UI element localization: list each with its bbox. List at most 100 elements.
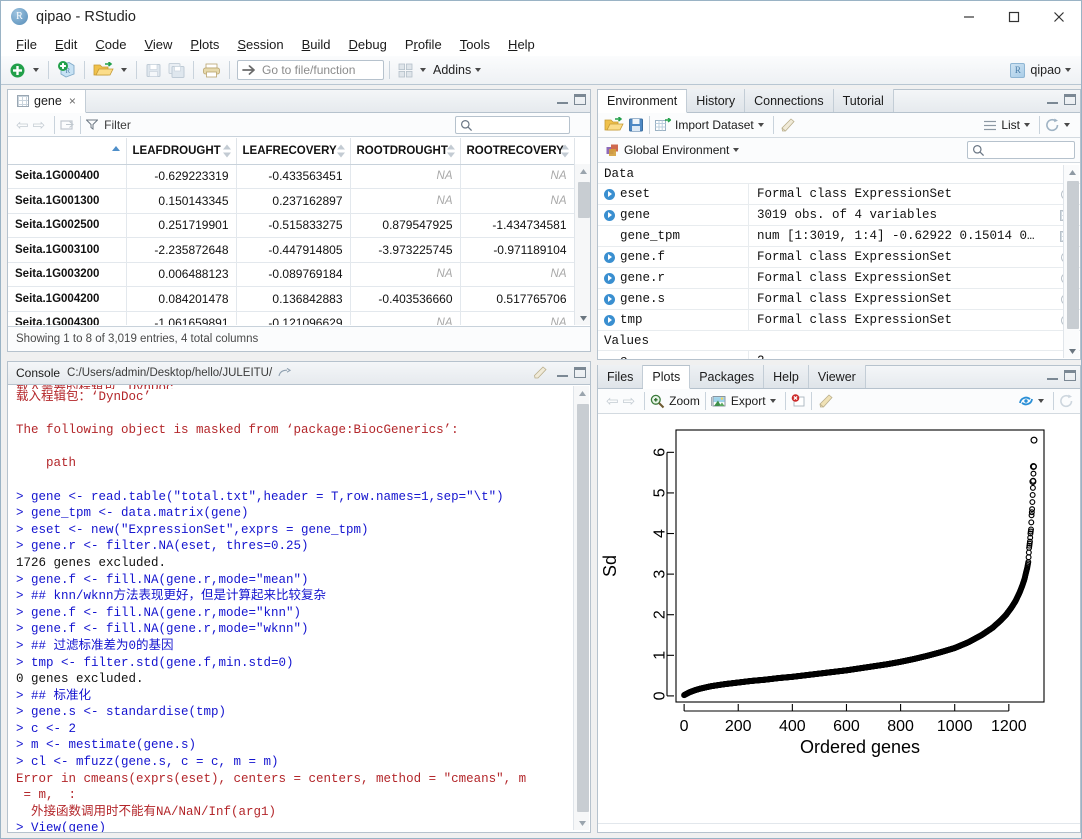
close-icon[interactable]: × <box>69 94 76 108</box>
menu-tools[interactable]: Tools <box>451 35 499 54</box>
open-in-explorer-icon[interactable] <box>278 367 292 379</box>
open-file-button[interactable] <box>90 59 117 81</box>
menu-plots[interactable]: Plots <box>181 35 228 54</box>
expand-icon[interactable] <box>604 272 615 284</box>
refresh-caret-icon[interactable] <box>1064 123 1070 127</box>
minimize-pane-icon[interactable] <box>557 368 568 377</box>
tab-files[interactable]: Files <box>598 365 644 388</box>
clear-console-icon[interactable] <box>532 366 547 379</box>
project-selector[interactable]: R qipao <box>1010 62 1075 78</box>
tab-viewer[interactable]: Viewer <box>808 365 866 388</box>
filter-label[interactable]: Filter <box>104 118 131 132</box>
scroll-down-icon[interactable] <box>575 311 590 325</box>
load-workspace-icon[interactable] <box>604 117 624 133</box>
publish-icon[interactable] <box>1018 394 1034 408</box>
addins-caret-icon[interactable] <box>475 68 482 72</box>
scroll-up-icon[interactable] <box>574 386 590 400</box>
tab-gene[interactable]: gene × <box>8 90 86 113</box>
global-environment-label[interactable]: Global Environment <box>624 143 729 157</box>
import-dataset-label[interactable]: Import Dataset <box>675 118 754 132</box>
clear-environment-icon[interactable] <box>779 118 795 132</box>
console-vertical-scrollbar[interactable] <box>573 386 589 830</box>
list-view-icon[interactable] <box>983 120 997 131</box>
maximize-pane-icon[interactable] <box>574 94 586 105</box>
maximize-pane-icon[interactable] <box>1064 94 1076 105</box>
table-vertical-scrollbar[interactable] <box>574 164 590 325</box>
tab-connections[interactable]: Connections <box>745 89 834 112</box>
minimize-pane-icon[interactable] <box>557 95 568 104</box>
menu-code[interactable]: Code <box>86 35 135 54</box>
forward-arrow-icon[interactable]: ⇨ <box>33 116 46 134</box>
tab-environment[interactable]: Environment <box>598 90 688 113</box>
menu-session[interactable]: Session <box>228 35 292 54</box>
new-project-button[interactable]: R <box>54 59 79 81</box>
scope-caret-icon[interactable] <box>733 148 740 152</box>
minimize-button[interactable] <box>946 1 991 32</box>
import-caret-icon[interactable] <box>757 123 764 127</box>
save-button[interactable] <box>142 59 165 81</box>
next-plot-icon[interactable]: ⇨ <box>623 392 636 410</box>
environment-object-row[interactable]: gene.r Formal class ExpressionSet <box>598 267 1080 289</box>
minimize-pane-icon[interactable] <box>1047 371 1058 380</box>
new-file-button[interactable] <box>6 59 29 81</box>
minimize-pane-icon[interactable] <box>1047 95 1058 104</box>
column-header-leafrecovery[interactable]: LEAFRECOVERY <box>236 138 351 165</box>
maximize-button[interactable] <box>991 1 1036 32</box>
environment-vertical-scrollbar[interactable] <box>1063 165 1079 358</box>
expand-icon[interactable] <box>604 251 615 263</box>
project-caret-icon[interactable] <box>1065 68 1071 72</box>
scrollbar-thumb[interactable] <box>1067 181 1079 329</box>
filter-icon[interactable] <box>86 119 99 130</box>
back-arrow-icon[interactable]: ⇦ <box>16 116 29 134</box>
tab-history[interactable]: History <box>687 89 746 112</box>
scroll-down-icon[interactable] <box>574 816 590 830</box>
tab-packages[interactable]: Packages <box>690 365 765 388</box>
scroll-up-icon[interactable] <box>575 164 590 178</box>
column-header-rootrecovery[interactable]: ROOTRECOVERY <box>460 138 575 165</box>
refresh-icon[interactable] <box>1045 118 1060 132</box>
new-file-caret-icon[interactable] <box>33 68 39 72</box>
scrollbar-thumb[interactable] <box>578 182 590 218</box>
view-mode-label[interactable]: List <box>1001 118 1020 132</box>
environment-object-row[interactable]: c2 <box>598 350 1080 359</box>
column-header-rootdrought[interactable]: ROOTDROUGHT <box>350 138 461 165</box>
menu-profile[interactable]: Profile <box>396 35 451 54</box>
environment-object-row[interactable]: gene.f Formal class ExpressionSet <box>598 246 1080 268</box>
publish-caret-icon[interactable] <box>1038 399 1044 403</box>
expand-icon[interactable] <box>604 188 615 200</box>
addins-button[interactable]: Addins <box>433 63 471 77</box>
environment-object-row[interactable]: eset Formal class ExpressionSet <box>598 183 1080 205</box>
menu-edit[interactable]: Edit <box>46 35 86 54</box>
environment-object-row[interactable]: tmp Formal class ExpressionSet <box>598 309 1080 331</box>
menu-file[interactable]: File <box>7 35 46 54</box>
goto-file-function-input[interactable]: Go to file/function <box>237 60 384 80</box>
remove-plot-icon[interactable] <box>791 394 806 408</box>
refresh-plot-icon[interactable] <box>1059 394 1074 408</box>
export-icon[interactable] <box>710 395 727 408</box>
console-working-dir[interactable]: C:/Users/admin/Desktop/hello/JULEITU/ <box>67 367 272 379</box>
print-button[interactable] <box>199 59 224 81</box>
environment-object-row[interactable]: gene_tpm num [1:3019, 1:4] -0.62922 0.150… <box>598 225 1080 247</box>
column-header-rownames[interactable] <box>8 138 127 165</box>
save-all-button[interactable] <box>165 59 188 81</box>
data-viewer-search-input[interactable] <box>455 116 570 134</box>
tab-plots[interactable]: Plots <box>643 366 691 389</box>
expand-icon[interactable] <box>604 209 615 221</box>
menu-view[interactable]: View <box>135 35 181 54</box>
environment-search-input[interactable] <box>967 141 1075 159</box>
import-dataset-icon[interactable] <box>655 118 671 132</box>
environment-object-row[interactable]: gene 3019 obs. of 4 variables <box>598 204 1080 226</box>
view-mode-caret-icon[interactable] <box>1024 123 1030 127</box>
tab-tutorial[interactable]: Tutorial <box>833 89 894 112</box>
scrollbar-thumb[interactable] <box>577 404 589 812</box>
console-output[interactable]: 载入需要的程辑包：DynDoc载入程辑包：‘DynDoc’ The follow… <box>8 385 574 832</box>
column-header-leafdrought[interactable]: LEAFDROUGHT <box>126 138 237 165</box>
zoom-icon[interactable] <box>650 394 665 409</box>
menu-build[interactable]: Build <box>293 35 340 54</box>
environment-object-row[interactable]: gene.s Formal class ExpressionSet <box>598 288 1080 310</box>
expand-icon[interactable] <box>604 314 615 326</box>
panes-caret-icon[interactable] <box>420 68 426 72</box>
scroll-up-icon[interactable] <box>1064 165 1080 179</box>
close-button[interactable] <box>1036 1 1081 32</box>
export-caret-icon[interactable] <box>769 399 776 403</box>
